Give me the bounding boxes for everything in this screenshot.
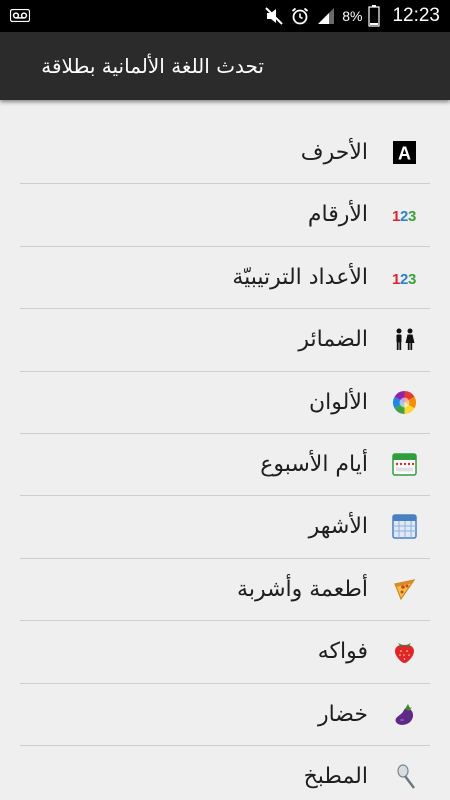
list-item-label: الألوان	[309, 389, 368, 415]
list-item[interactable]: الضمائر	[0, 309, 450, 372]
list-item-label: أطعمة وأشربة	[237, 576, 368, 602]
list-item[interactable]: المطبخ	[0, 746, 450, 800]
calendar-week-icon	[392, 453, 417, 476]
list-item-label: الأرقام	[307, 202, 368, 228]
mute-icon	[265, 7, 283, 25]
list-item[interactable]: الأشهر	[0, 496, 450, 559]
people-icon	[396, 328, 415, 351]
svg-text:A: A	[398, 144, 411, 164]
list-item[interactable]: فواكه	[0, 621, 450, 684]
svg-text:3: 3	[408, 208, 416, 225]
list-item-label: أيام الأسبوع	[260, 451, 368, 477]
letter-a-icon: A	[393, 141, 416, 164]
list-item[interactable]: الأرقام 1 2 3	[0, 184, 450, 247]
list-item-label: خضار	[317, 701, 368, 727]
pizza-icon	[394, 578, 416, 601]
battery-percentage: 8%	[342, 8, 363, 24]
battery-icon	[368, 5, 381, 27]
list-item[interactable]: خضار	[0, 684, 450, 746]
kitchen-icon	[397, 764, 415, 789]
color-wheel-icon	[392, 390, 417, 414]
numbers-123-icon: 1 2 3	[392, 208, 416, 225]
list-item-label: الأعداد الترتيبيّة	[232, 264, 368, 290]
status-bar: 8% 12:23	[0, 0, 450, 32]
clock: 12:23	[392, 5, 440, 26]
list-item-label: المطبخ	[303, 763, 368, 789]
list-item[interactable]: الأحرف A	[0, 122, 450, 185]
calendar-month-icon	[392, 514, 417, 540]
list-item-label: الضمائر	[298, 327, 368, 353]
ordinal-numbers-icon: 1 2 3	[392, 271, 416, 288]
list-item-label: فواكه	[317, 639, 368, 665]
svg-text:3: 3	[408, 271, 416, 288]
list-item[interactable]: أطعمة وأشربة	[0, 559, 450, 622]
eggplant-icon	[395, 703, 414, 725]
alarm-icon	[292, 7, 309, 25]
signal-icon	[318, 8, 335, 24]
list-item-label: الأشهر	[308, 514, 368, 540]
list-item[interactable]: الألوان	[0, 372, 450, 434]
list-item-label: الأحرف	[300, 140, 368, 165]
list-item[interactable]: الأعداد الترتيبيّة 1 2 3	[0, 247, 450, 310]
voicemail-icon	[10, 9, 30, 22]
list-item[interactable]: أيام الأسبوع	[0, 434, 450, 497]
strawberry-icon	[394, 643, 415, 664]
action-bar: تحدث اللغة الألمانية بطلاقة	[0, 32, 450, 100]
category-list: الأحرف A الأرقام 1 2 3 الأعداد الترتيبيّ…	[0, 122, 450, 800]
app-title: تحدث اللغة الألمانية بطلاقة	[41, 54, 264, 78]
